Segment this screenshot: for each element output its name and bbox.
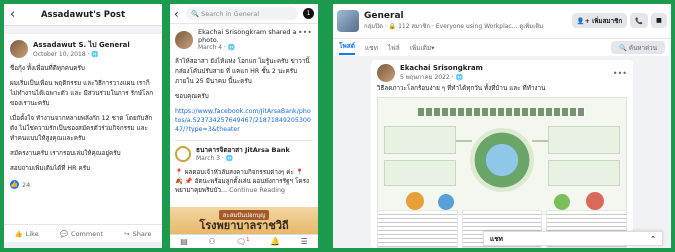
reaction-summary[interactable]: 👍 24 <box>10 180 156 189</box>
like-button[interactable]: 👍 Like <box>15 230 39 238</box>
post-body: Ekachai Srisongkram shared a photo. Marc… <box>170 24 318 204</box>
nav-badge: 1 <box>246 236 250 243</box>
group-header: General กลุ่มปิด · 🔒 112 สมาชิก · Everyo… <box>333 4 671 38</box>
more-options-icon[interactable]: ••• <box>298 28 312 37</box>
more-options-icon[interactable]: ••• <box>613 69 627 78</box>
avatar[interactable] <box>175 30 193 49</box>
post-card: Ekachai Srisongkram 5 พฤษภาคม 2022 · 🌐 •… <box>371 60 633 248</box>
tip-icon <box>406 192 424 210</box>
tab-files[interactable]: ไฟล์ <box>388 43 400 53</box>
share-button[interactable]: ↪ Share <box>124 230 151 238</box>
avatar[interactable] <box>10 40 28 58</box>
post-text: ผมเริ่มเป็นเพื่อน พฤติกรรม และวิธีการวาง… <box>10 80 154 107</box>
connector <box>456 140 472 142</box>
post-text: วิธีลดภาวะโลกร้อนง่าย ๆ ที่ทำได้ทุกวัน ท… <box>377 85 546 92</box>
tip-icon <box>554 194 570 210</box>
header-bar: ‹ Assadawut's Post <box>4 4 162 26</box>
shared-author-row: ธนาคารจิตอาสา JitArsa Bank March 3 · 🌐 <box>175 145 313 162</box>
phone-icon: 📞 <box>635 17 644 25</box>
group-cover-thumbnail[interactable] <box>337 10 359 32</box>
tip-icon <box>438 194 454 210</box>
post-author-row: Ekachai Srisongkram 5 พฤษภาคม 2022 · 🌐 •… <box>371 60 633 82</box>
comment-icon: 💬 <box>59 230 69 238</box>
tab-more[interactable]: เพิ่มเติม▾ <box>410 43 435 53</box>
search-input[interactable]: 🔍 Search in General <box>186 7 298 20</box>
group-subtitle: กลุ่มปิด · 🔒 112 สมาชิก · Everyone using… <box>364 23 544 30</box>
post-text: ล้าไห้สอาสา ยังไห้แห่ง โอกแก ไมรู้นะครับ… <box>175 58 310 85</box>
post-author-row: Assadawut S. ไป General October 10, 2018… <box>10 40 156 58</box>
mobile-group-panel: ‹ 🔍 Search in General 1 ••• Ekachai Sris… <box>170 4 318 248</box>
post-card: Assadawut S. ไป General October 10, 2018… <box>4 34 162 242</box>
tip-icon <box>586 192 604 210</box>
notifications-icon[interactable]: 🗨1 <box>236 237 249 247</box>
post-thanks: ขอบคุณครับ <box>175 93 209 100</box>
call-button[interactable]: 📞 <box>630 13 649 28</box>
post-timestamp: October 10, 2018 · 🌐 <box>33 51 99 58</box>
bell-icon[interactable]: 🔔 <box>270 237 280 246</box>
tab-chat[interactable]: แชท <box>365 43 378 53</box>
tip-box <box>548 160 620 186</box>
search-bar: ‹ 🔍 Search in General 1 <box>170 4 318 24</box>
page-title: Assadawut's Post <box>40 9 126 20</box>
video-button[interactable]: ■ <box>651 13 667 28</box>
add-member-button[interactable]: 👤+ เพิ่มสมาชิก <box>571 13 628 28</box>
desktop-group-panel: General กลุ่มปิด · 🔒 112 สมาชิก · Everyo… <box>333 4 671 248</box>
share-icon: ↪ <box>124 230 130 238</box>
post-timestamp: March 4 · 🌐 <box>198 44 236 51</box>
image-tag: สะสมปันปอกบุญ <box>218 209 270 220</box>
globe-illustration <box>470 128 534 192</box>
header-buttons: 👤+ เพิ่มสมาชิก 📞 ■ <box>571 13 667 28</box>
post-link[interactable]: https://www.facebook.com/JitArsaBank/pho… <box>175 107 313 134</box>
shared-timestamp: March 3 · 🌐 <box>196 155 234 162</box>
shared-post[interactable]: ธนาคารจิตอาสา JitArsa Bank March 3 · 🌐 📍… <box>175 140 313 195</box>
back-arrow-icon[interactable]: ‹ <box>10 7 24 22</box>
infographic-heading <box>418 108 586 116</box>
search-icon: 🔍 <box>619 44 627 52</box>
page-logo <box>175 145 191 162</box>
image-thumbnail[interactable] <box>377 210 458 248</box>
tip-box <box>384 160 456 186</box>
post-timestamp: 5 พฤษภาคม 2022 · 🌐 <box>400 74 463 81</box>
shared-text: 📍 ผลตอบเจ้าหัวลับสงคามกิจกรรมต่างๆ ค่ะ 📍 <box>175 169 304 176</box>
connector <box>532 140 548 142</box>
tip-box <box>548 126 620 154</box>
author-name[interactable]: Ekachai Srisongkram <box>400 64 483 72</box>
chat-bar[interactable]: แชท ⌃ <box>483 231 663 246</box>
avatar[interactable] <box>377 64 395 82</box>
tip-box <box>384 126 456 154</box>
post-text: ชื่อกุ้ง ทั้งเพื่อนที่ดีทุกคนครับ <box>10 65 85 72</box>
group-name[interactable]: General <box>364 11 543 21</box>
chat-label: แชท <box>490 234 503 243</box>
tab-posts[interactable]: โพสต์ <box>339 41 355 55</box>
video-icon: ■ <box>656 17 662 24</box>
group-tabs: โพสต์ แชท ไฟล์ เพิ่มเติม▾ 🔍 ค้นหาด่วน <box>333 38 671 56</box>
post-actions: 👍 Like 💬 Comment ↪ Share <box>4 224 162 238</box>
author-name[interactable]: Assadawut S. ไป General <box>33 40 130 51</box>
author-name[interactable]: Ekachai Srisongkram shared a photo. <box>198 28 303 44</box>
notification-badge[interactable]: 1 <box>303 8 314 19</box>
group-icon[interactable]: ⚇ <box>208 237 215 246</box>
bottom-nav: ▤ ⚇ 🗨1 🔔 ☰ <box>170 234 318 248</box>
post-text: สอบถามเพิ่มเติมได้ที่ HR ครับ <box>10 165 91 172</box>
shared-text: 🍂 📌 อัตนะพร้อมลูกตั้งเล่น ผอนพังการรัฐฯ … <box>175 178 310 194</box>
reaction-count: 24 <box>22 180 31 189</box>
quick-search-button[interactable]: 🔍 ค้นหาด่วน <box>611 41 665 54</box>
back-arrow-icon[interactable]: ‹ <box>174 7 186 21</box>
continue-reading-link[interactable]: Continue Reading <box>229 187 285 194</box>
home-icon[interactable]: ▤ <box>180 237 188 246</box>
like-icon: 👍 <box>14 230 23 238</box>
post-panel-assadawut: ‹ Assadawut's Post Assadawut S. ไป Gener… <box>4 4 162 248</box>
like-icon: 👍 <box>10 180 19 189</box>
image-title: โรงพยาบาลราชวิถี <box>199 218 289 232</box>
chevron-up-icon[interactable]: ⌃ <box>650 235 656 243</box>
shared-image[interactable]: สะสมปันปอกบุญ โรงพยาบาลราชวิถี <box>170 207 318 234</box>
post-author-row: Ekachai Srisongkram shared a photo. Marc… <box>175 28 313 51</box>
post-text: สมัครงานครับ เรากรอบเล่มให้คุณอยู่ครับ <box>10 150 121 157</box>
comment-button[interactable]: 💬 Comment <box>60 230 103 238</box>
shared-author-name[interactable]: ธนาคารจิตอาสา JitArsa Bank <box>196 145 290 155</box>
post-text: เมื่อตั้งใจ ทำงานจากหลายพลังกัก 12 ชาด โ… <box>10 115 153 142</box>
menu-icon[interactable]: ☰ <box>301 237 308 246</box>
infographic-image[interactable] <box>377 97 627 215</box>
